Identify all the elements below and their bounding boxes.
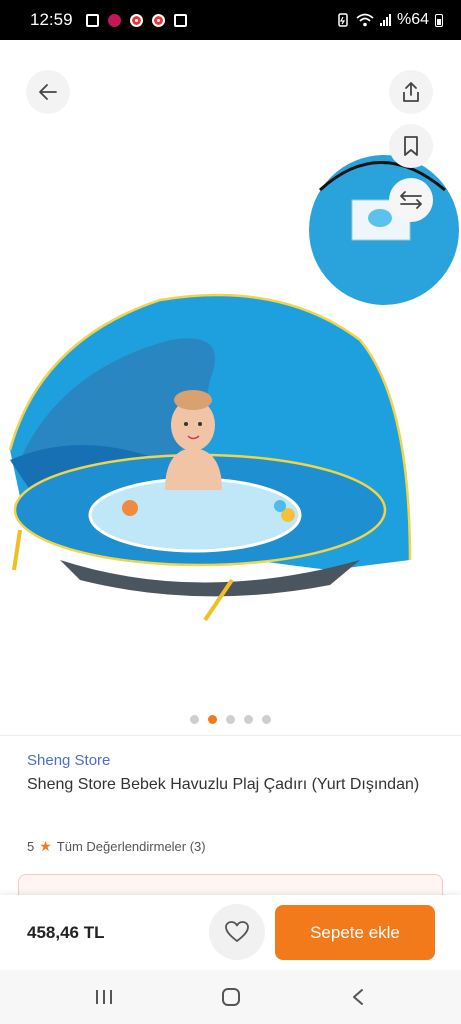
recent-apps-icon — [95, 990, 112, 1004]
wifi-icon — [356, 13, 374, 27]
store-link[interactable]: Sheng Store — [27, 752, 110, 769]
rating-summary[interactable]: 5 ★ Tüm Değerlendirmeler (3) — [27, 838, 206, 855]
recent-apps-button[interactable] — [84, 977, 124, 1017]
add-to-cart-button[interactable]: Sepete ekle — [275, 905, 435, 960]
system-back-button[interactable] — [338, 977, 378, 1017]
image-carousel-indicator — [0, 715, 461, 724]
battery-saver-icon — [338, 13, 348, 27]
home-button[interactable] — [211, 977, 251, 1017]
app-notification-icon — [107, 13, 121, 27]
package-icon — [85, 13, 99, 27]
gallery-icon — [173, 13, 187, 27]
back-button[interactable] — [26, 70, 70, 114]
product-image-gallery[interactable] — [0, 40, 461, 700]
bookmark-icon — [404, 136, 418, 156]
share-icon — [403, 82, 419, 102]
share-button[interactable] — [389, 70, 433, 114]
home-icon — [221, 988, 240, 1006]
bookmark-button[interactable] — [389, 124, 433, 168]
buy-bar: 458,46 TL Sepete ekle — [0, 895, 461, 970]
heart-icon — [225, 921, 249, 942]
chevron-left-icon — [352, 989, 363, 1005]
carousel-dot[interactable] — [226, 715, 235, 724]
battery-icon — [435, 13, 443, 27]
signal-icon — [379, 14, 391, 26]
app-notification-icon — [129, 13, 143, 27]
status-time: 12:59 — [30, 10, 73, 29]
carousel-dot[interactable] — [190, 715, 199, 724]
carousel-dot-active[interactable] — [208, 715, 217, 724]
status-bar: 12:59 %64 — [0, 0, 461, 40]
arrow-left-icon — [39, 84, 57, 100]
carousel-dot[interactable] — [262, 715, 271, 724]
product-price: 458,46 TL — [27, 923, 105, 942]
reviews-link[interactable]: Tüm Değerlendirmeler (3) — [57, 839, 206, 854]
product-title: Sheng Store Bebek Havuzlu Plaj Çadırı (Y… — [27, 776, 420, 793]
battery-percent: %64 — [396, 11, 429, 28]
divider — [0, 735, 461, 736]
app-notification-icon — [151, 13, 165, 27]
star-icon: ★ — [39, 838, 52, 854]
swap-arrows-icon — [400, 191, 422, 209]
compare-button[interactable] — [389, 178, 433, 222]
carousel-dot[interactable] — [244, 715, 253, 724]
rating-value: 5 — [27, 839, 35, 854]
status-bar-right: %64 — [336, 11, 443, 29]
favorite-button[interactable] — [209, 904, 265, 960]
system-navigation-bar — [0, 970, 461, 1024]
status-bar-left: 12:59 — [30, 10, 187, 30]
